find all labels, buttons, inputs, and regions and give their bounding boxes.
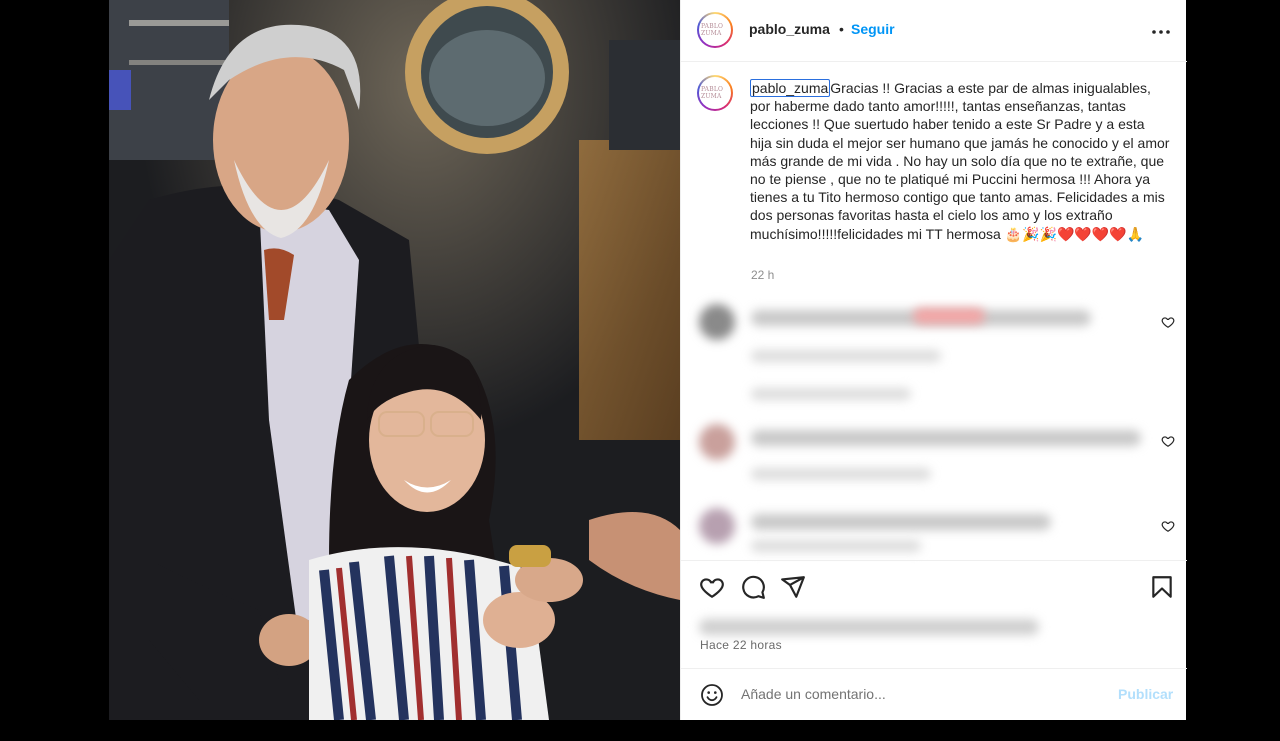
likes-count-blur [699, 619, 1039, 635]
comment-like-icon[interactable] [1161, 315, 1175, 329]
post-photo-image [109, 0, 680, 720]
caption-avatar[interactable]: PABLO ZUMA [697, 75, 733, 111]
comment-avatar-blur-3 [699, 508, 735, 544]
comment-input[interactable]: Añade un comentario... [741, 686, 886, 702]
send-icon[interactable] [780, 574, 806, 600]
avatar-text: PABLO ZUMA [701, 23, 724, 37]
comment-avatar-blur-2 [699, 424, 735, 460]
comment-like-icon[interactable] [1161, 519, 1175, 533]
add-comment-bar: Añade un comentario... Publicar [681, 668, 1187, 722]
caption-username[interactable]: pablo_zuma [750, 79, 831, 97]
bookmark-icon[interactable] [1149, 574, 1175, 600]
caption-text: Gracias !! Gracias a este par de almas i… [750, 80, 1170, 242]
comment-avatar-blur-1 [699, 304, 735, 340]
more-icon[interactable] [1149, 22, 1173, 42]
heart-icon[interactable] [699, 574, 725, 600]
avatar-text: PABLO ZUMA [701, 86, 724, 100]
comment-meta-blur-2 [751, 468, 931, 480]
publish-button[interactable]: Publicar [1118, 686, 1173, 702]
comment-like-icon[interactable] [1161, 434, 1175, 448]
emoji-icon[interactable] [700, 683, 724, 707]
author-username[interactable]: pablo_zuma [749, 21, 830, 37]
comment-text-blur-2 [751, 430, 1141, 446]
caption-time: 22 h [751, 268, 775, 282]
comment-meta-blur-3 [751, 540, 921, 552]
follow-button[interactable]: Seguir [851, 21, 895, 37]
post-caption: pablo_zuma Gracias !! Gracias a este par … [750, 79, 1170, 243]
posted-time: Hace 22 horas [700, 638, 782, 652]
separator-dot: • [839, 21, 844, 37]
post-actions: Hace 22 horas Añade un comentario... Pub… [681, 560, 1187, 741]
comment-icon[interactable] [740, 574, 766, 600]
author-avatar[interactable]: PABLO ZUMA [697, 12, 733, 48]
post-header: PABLO ZUMA pablo_zuma • Seguir [681, 0, 1187, 62]
post-sidebar: PABLO ZUMA pablo_zuma • Seguir PABLO ZUM… [680, 0, 1187, 720]
comment-reply-blur-1 [751, 388, 911, 400]
comment-text-blur-3 [751, 514, 1051, 530]
post-photo[interactable] [109, 0, 680, 720]
post-modal: PABLO ZUMA pablo_zuma • Seguir PABLO ZUM… [109, 0, 1187, 720]
comment-highlight-blur-1 [913, 308, 985, 324]
comment-meta-blur-1 [751, 350, 941, 362]
